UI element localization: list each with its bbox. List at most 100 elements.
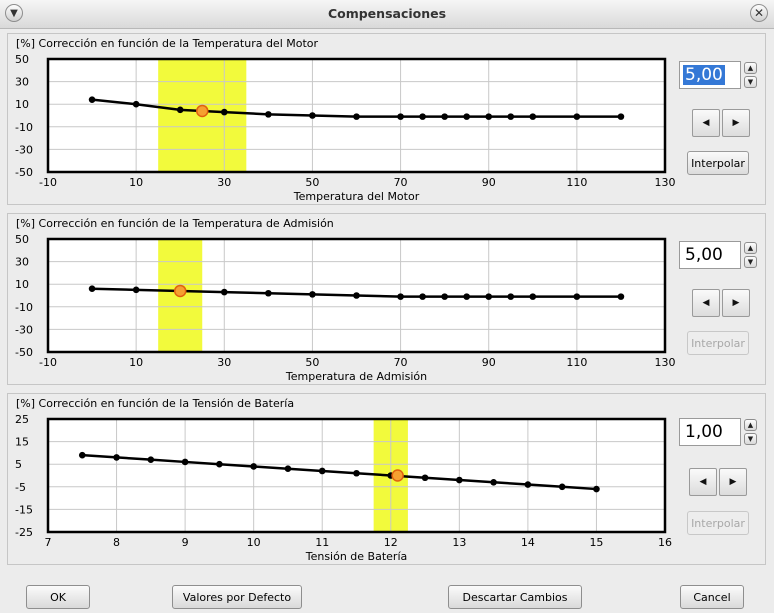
- next-point-button[interactable]: ▶: [722, 109, 750, 137]
- intake-temp-value-field[interactable]: 5,00: [679, 241, 741, 269]
- next-point-button[interactable]: ▶: [722, 289, 750, 317]
- data-point: [456, 476, 463, 484]
- data-point: [463, 293, 470, 300]
- data-point: [132, 286, 140, 294]
- triangle-right-icon: ▶: [732, 298, 740, 308]
- y-tick-label: -30: [15, 143, 33, 156]
- data-point: [353, 292, 360, 299]
- y-tick-label: -50: [15, 346, 33, 359]
- current-value-marker: [196, 104, 209, 118]
- data-point: [220, 108, 228, 116]
- x-tick-label: 90: [482, 356, 496, 369]
- prev-point-button[interactable]: ◀: [689, 468, 717, 496]
- interpolate-button[interactable]: Interpolar: [687, 331, 749, 355]
- x-tick-label: 16: [658, 536, 672, 549]
- data-point: [617, 293, 625, 300]
- x-tick-label: 50: [305, 176, 319, 189]
- data-point: [132, 100, 140, 108]
- data-point: [485, 113, 493, 120]
- x-tick-label: 70: [394, 356, 408, 369]
- ok-button[interactable]: OK: [26, 585, 90, 609]
- close-button[interactable]: ✕: [750, 4, 768, 22]
- x-tick-label: -10: [39, 356, 57, 369]
- prev-point-button[interactable]: ◀: [692, 109, 720, 137]
- decrement-button[interactable]: ▼: [744, 433, 757, 445]
- y-tick-label: 25: [15, 413, 29, 426]
- prev-point-button[interactable]: ◀: [692, 289, 720, 317]
- y-tick-label: -25: [15, 526, 33, 539]
- y-tick-label: 5: [15, 458, 22, 471]
- triangle-left-icon: ◀: [702, 118, 710, 128]
- triangle-up-icon: ▲: [747, 421, 754, 429]
- data-point: [421, 474, 429, 482]
- x-tick-label: 110: [566, 356, 587, 369]
- data-point: [265, 111, 272, 118]
- data-point: [250, 463, 257, 470]
- y-tick-label: -5: [15, 481, 26, 494]
- cancel-button[interactable]: Cancel: [680, 585, 744, 609]
- data-point: [176, 106, 184, 114]
- x-tick-label: 30: [217, 176, 231, 189]
- y-tick-label: -10: [15, 121, 33, 134]
- intake-temp-chart[interactable]: -10 10 30 50 70 90 110 130 50 30 10 -10 -30 -50 Temper…: [8, 214, 767, 386]
- decrement-button[interactable]: ▼: [744, 256, 757, 268]
- data-point: [147, 456, 155, 463]
- triangle-up-icon: ▲: [747, 64, 754, 72]
- increment-button[interactable]: ▲: [744, 62, 757, 74]
- data-point: [220, 288, 228, 296]
- increment-button[interactable]: ▲: [744, 242, 757, 254]
- next-point-button[interactable]: ▶: [719, 468, 747, 496]
- x-tick-label: 12: [384, 536, 398, 549]
- x-tick-label: 8: [113, 536, 120, 549]
- data-point: [397, 293, 404, 300]
- interpolate-button[interactable]: Interpolar: [687, 511, 749, 535]
- triangle-down-icon: ▼: [747, 78, 754, 86]
- data-point: [617, 113, 625, 120]
- data-point: [529, 113, 537, 120]
- y-tick-label: -30: [15, 323, 33, 336]
- data-point: [353, 113, 360, 120]
- x-tick-label: 90: [482, 176, 496, 189]
- close-icon: ✕: [753, 6, 765, 20]
- data-point: [507, 293, 515, 300]
- triangle-down-icon: ▼: [747, 258, 754, 266]
- engine-temp-value-field[interactable]: 5,00: [679, 61, 741, 89]
- triangle-right-icon: ▶: [729, 477, 737, 487]
- data-point: [419, 293, 426, 300]
- discard-changes-button[interactable]: Descartar Cambios: [448, 585, 582, 609]
- increment-button[interactable]: ▲: [744, 419, 757, 431]
- data-point: [558, 483, 566, 491]
- interpolate-button[interactable]: Interpolar: [687, 151, 749, 175]
- y-tick-label: 10: [15, 98, 29, 111]
- data-point: [181, 458, 189, 466]
- data-point: [113, 454, 120, 461]
- y-tick-label: 50: [15, 53, 29, 66]
- x-axis-label: Tensión de Batería: [305, 550, 408, 563]
- data-point: [524, 481, 532, 488]
- x-tick-label: 13: [452, 536, 466, 549]
- y-tick-label: 50: [15, 233, 29, 246]
- data-point: [463, 113, 470, 120]
- data-point: [309, 112, 316, 119]
- data-point: [397, 113, 404, 120]
- triangle-right-icon: ▶: [732, 118, 740, 128]
- data-point: [529, 293, 537, 300]
- battery-voltage-chart[interactable]: 7 8 9 10 11 12 13 14 15 16 25 15 5 -5 -15 -25 Tensión de…: [8, 394, 767, 566]
- x-tick-label: 70: [394, 176, 408, 189]
- x-tick-label: 130: [655, 176, 676, 189]
- battery-value-field[interactable]: 1,00: [679, 418, 741, 446]
- engine-temp-chart[interactable]: -10 10 30 50 70 90 110 130 50 30 10 -10 -30 -50 Temper…: [8, 34, 767, 206]
- x-axis-label: Temperatura del Motor: [293, 190, 420, 203]
- y-tick-label: 30: [15, 76, 29, 89]
- title-bar: ▼ Compensaciones ✕: [0, 0, 774, 29]
- decrement-button[interactable]: ▼: [744, 76, 757, 88]
- defaults-button[interactable]: Valores por Defecto: [172, 585, 302, 609]
- x-tick-label: 10: [129, 176, 143, 189]
- data-point: [88, 96, 96, 103]
- y-tick-label: 30: [15, 256, 29, 269]
- panel-battery-voltage: [%] Corrección en función de la Tensión …: [7, 393, 766, 565]
- x-tick-label: 110: [566, 176, 587, 189]
- data-point: [353, 469, 360, 477]
- data-point: [441, 113, 448, 120]
- x-tick-label: 15: [589, 536, 603, 549]
